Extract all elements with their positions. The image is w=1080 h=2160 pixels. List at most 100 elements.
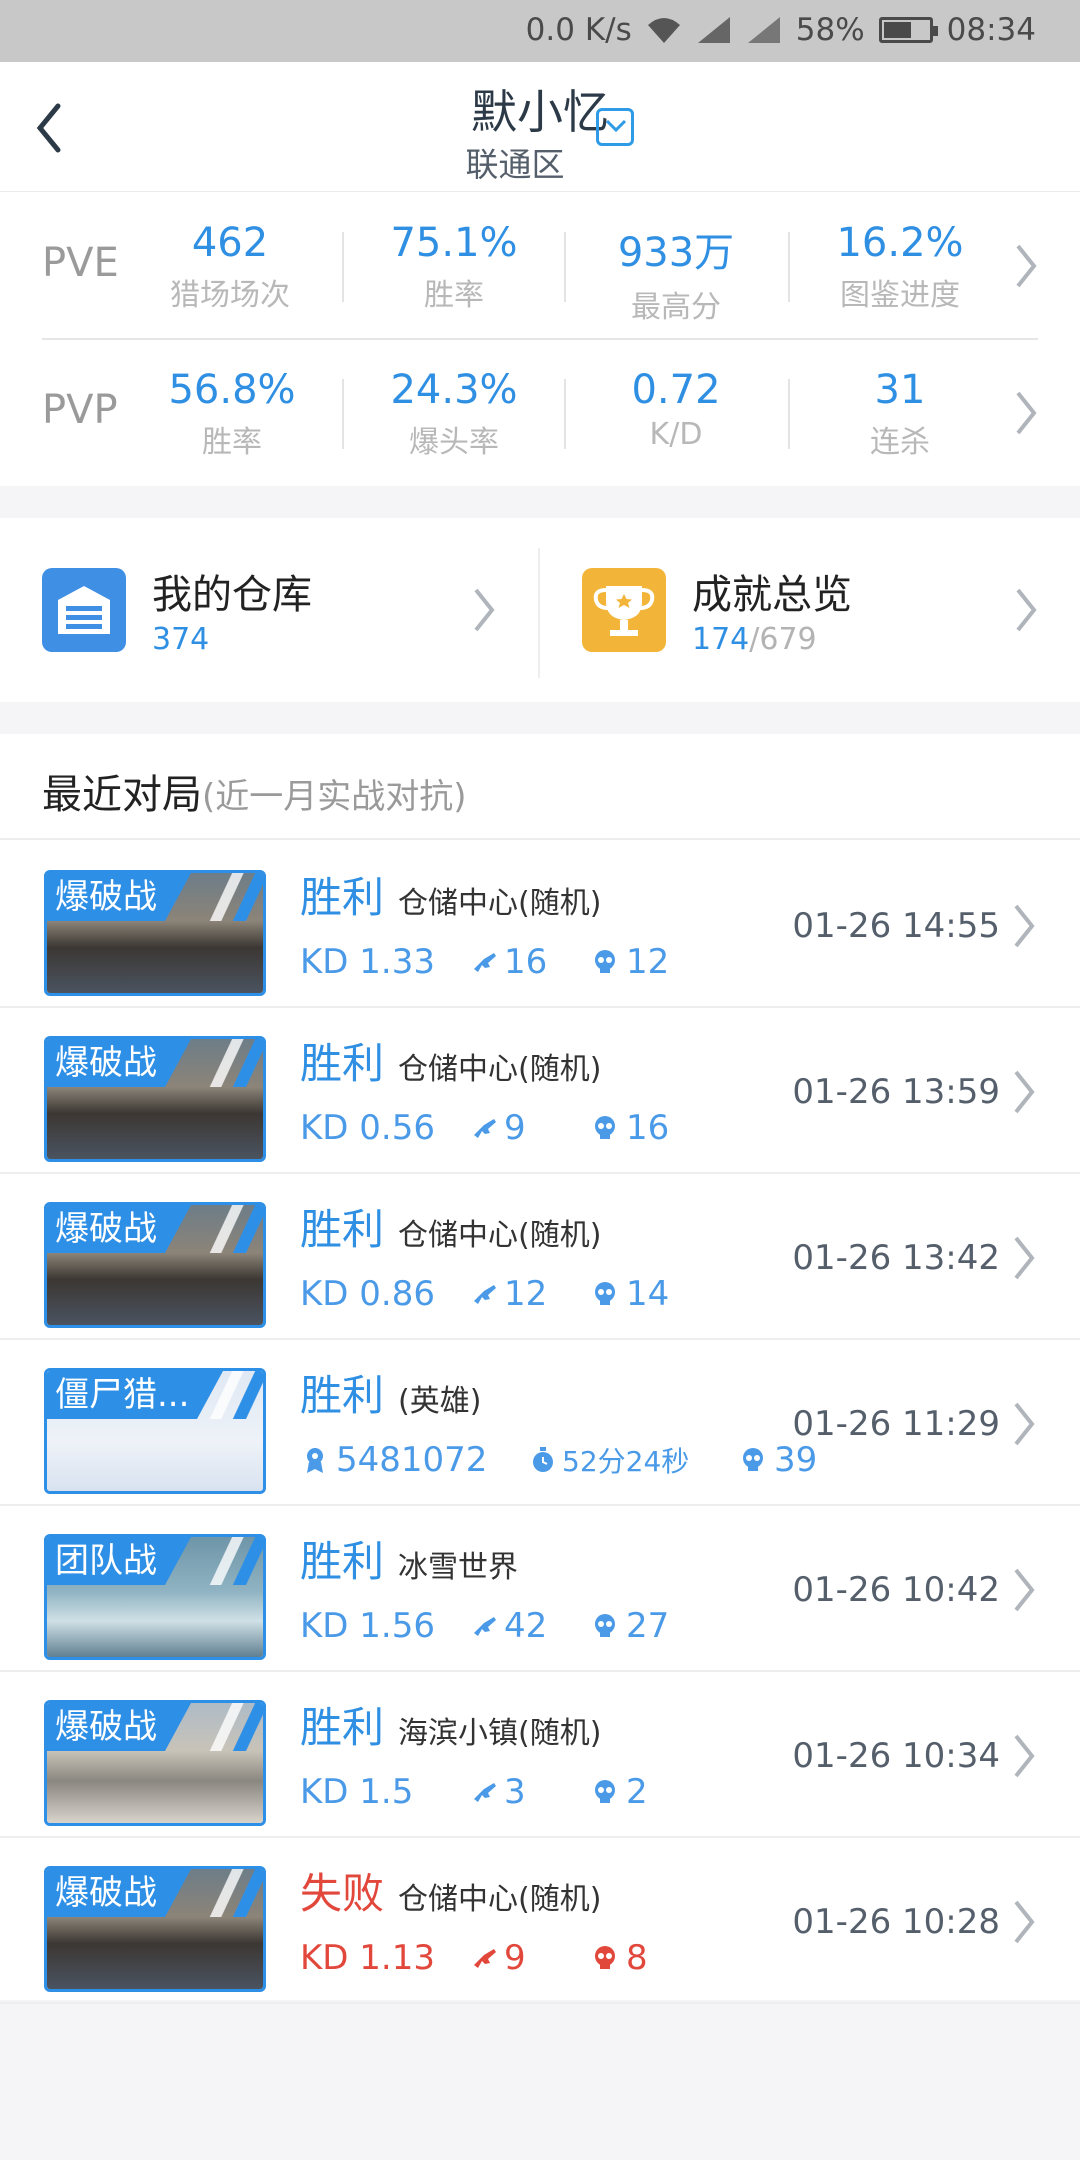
warehouse-label: 我的仓库 [152, 572, 312, 618]
chevron-right-icon [1016, 588, 1037, 632]
chevron-right-icon [1014, 1236, 1035, 1280]
achievements-link[interactable]: 成就总览 174/679 [540, 518, 1078, 702]
stat-value: 16.2% [836, 220, 964, 266]
match-thumbnail: 爆破战 [44, 1866, 266, 1992]
deaths-stat: 27 [590, 1606, 669, 1646]
kd-text: KD 1.56 [300, 1606, 435, 1646]
stat-value: 24.3% [390, 367, 518, 413]
gun-icon [470, 1279, 500, 1309]
match-row[interactable]: 爆破战 失败 仓储中心(随机) KD 1.13 9 8 01-26 10:28 [0, 1838, 1080, 2004]
timer-icon [528, 1445, 558, 1475]
match-row[interactable]: 爆破战 胜利 仓储中心(随机) KD 0.56 9 16 01-26 13:59 [0, 1008, 1080, 1174]
decorative-stripe [207, 873, 263, 921]
kd-value: KD 0.86 [300, 1274, 435, 1314]
stat-label: 猎场场次 [170, 278, 290, 313]
stat-value: 39 [774, 1440, 818, 1480]
kills-stat: 9 [470, 1108, 526, 1148]
chevron-right-icon[interactable] [1012, 240, 1040, 292]
battery-percent: 58% [795, 12, 865, 48]
gun-icon [470, 1777, 500, 1807]
medal-icon [300, 1445, 330, 1475]
stat-value: 27 [626, 1606, 670, 1646]
game-mode-tag: 爆破战 [47, 1205, 191, 1253]
recent-title: 最近对局 [42, 772, 202, 818]
stat-value: 8 [626, 1938, 648, 1978]
stat-label: K/D [649, 417, 703, 452]
map-name: 仓储中心(随机) [398, 886, 602, 921]
stat-value: 462 [191, 220, 269, 266]
chevron-right-icon [1014, 1734, 1035, 1778]
warehouse-link[interactable]: 我的仓库 374 [0, 518, 538, 702]
pve-stat-winrate: 75.1% 胜率 [344, 220, 564, 314]
pvp-stat-winrate: 56.8% 胜率 [122, 367, 342, 461]
signal-icon [697, 17, 730, 43]
trophy-icon [582, 568, 666, 652]
skull-icon [590, 1279, 620, 1309]
match-row[interactable]: 爆破战 胜利 海滨小镇(随机) KD 1.5 3 2 01-26 10:34 [0, 1672, 1080, 1838]
match-row[interactable]: 团队战 胜利 冰雪世界 KD 1.56 42 27 01-26 10:42 [0, 1506, 1080, 1672]
pvp-stat-headshot: 24.3% 爆头率 [344, 367, 564, 461]
divider [0, 838, 1080, 840]
kills-stat: 16 [470, 942, 547, 982]
kd-value: KD 0.56 [300, 1108, 435, 1148]
skull-icon [590, 1611, 620, 1641]
game-mode-tag: 爆破战 [47, 1869, 191, 1917]
stat-value: 16 [626, 1108, 670, 1148]
decorative-stripe [207, 1703, 263, 1751]
stat-label: 最高分 [631, 290, 721, 325]
pvp-stats-row[interactable]: PVP 56.8% 胜率 24.3% 爆头率 0.72 K/D 31 连杀 [0, 339, 1080, 486]
deaths-stat: 12 [590, 942, 669, 982]
map-name: 仓储中心(随机) [398, 1218, 602, 1253]
game-mode-tag: 爆破战 [47, 873, 191, 921]
kills-stat: 9 [470, 1938, 526, 1978]
deaths-stat: 14 [590, 1274, 669, 1314]
pvp-stat-kd: 0.72 K/D [566, 367, 786, 452]
score-value: 5481072 [300, 1440, 487, 1480]
match-row[interactable]: 僵尸猎... 胜利 (英雄) 5481072 52分24秒 39 01-26 11:29 [0, 1340, 1080, 1506]
map-name: 仓储中心(随机) [398, 1882, 602, 1917]
match-time: 01-26 14:55 [792, 906, 1000, 946]
map-name: (英雄) [398, 1384, 482, 1419]
warehouse-icon [42, 568, 126, 652]
decorative-stripe [207, 1537, 263, 1585]
chevron-right-icon [474, 588, 495, 632]
gun-icon [470, 1113, 500, 1143]
match-result: 胜利 [300, 1039, 385, 1088]
player-name: 默小忆 [471, 85, 609, 139]
match-time: 01-26 13:42 [792, 1238, 1000, 1278]
stat-value: 933万 [617, 230, 735, 276]
pve-stats-row[interactable]: PVE 462 猎场场次 75.1% 胜率 933万 最高分 16.2% 图鉴进… [0, 192, 1080, 340]
map-name: 冰雪世界 [398, 1550, 518, 1585]
stat-value: 12 [504, 1274, 548, 1314]
stat-value: 3 [504, 1772, 526, 1812]
clock: 08:34 [946, 12, 1036, 48]
recent-header: 最近对局(近一月实战对抗) [42, 762, 467, 820]
gun-icon [470, 947, 500, 977]
game-mode-tag: 团队战 [47, 1537, 191, 1585]
chevron-right-icon [1014, 1402, 1035, 1446]
match-result: 胜利 [300, 1537, 385, 1586]
kd-value: KD 1.33 [300, 942, 435, 982]
chevron-right-icon [1014, 1900, 1035, 1944]
match-time: 01-26 13:59 [792, 1072, 1000, 1112]
map-name: 仓储中心(随机) [398, 1052, 602, 1087]
pve-stat-highscore: 933万 最高分 [566, 220, 786, 326]
quick-links: 我的仓库 374 成就总览 174/679 [0, 518, 1080, 702]
decorative-stripe [207, 1205, 263, 1253]
stat-value: 16 [504, 942, 548, 982]
match-row[interactable]: 爆破战 胜利 仓储中心(随机) KD 0.86 12 14 01-26 13:42 [0, 1174, 1080, 1340]
kd-text: KD 1.13 [300, 1938, 435, 1978]
network-speed: 0.0 K/s [525, 12, 632, 48]
recent-matches: 最近对局(近一月实战对抗) 爆破战 胜利 仓储中心(随机) KD 1.33 16 12 01… [0, 734, 1080, 2004]
chevron-right-icon[interactable] [1012, 387, 1040, 439]
chevron-right-icon [1014, 1070, 1035, 1114]
skull-icon [590, 1113, 620, 1143]
stat-value: 56.8% [168, 367, 296, 413]
kills-stat: 12 [470, 1274, 547, 1314]
game-mode-tag: 爆破战 [47, 1039, 191, 1087]
wifi-icon [647, 18, 680, 43]
region-dropdown-icon[interactable] [596, 108, 634, 146]
match-row[interactable]: 爆破战 胜利 仓储中心(随机) KD 1.33 16 12 01-26 14:55 [0, 842, 1080, 1008]
deaths-stat: 39 [738, 1440, 817, 1480]
stats-panel: PVE 462 猎场场次 75.1% 胜率 933万 最高分 16.2% 图鉴进… [0, 192, 1080, 486]
